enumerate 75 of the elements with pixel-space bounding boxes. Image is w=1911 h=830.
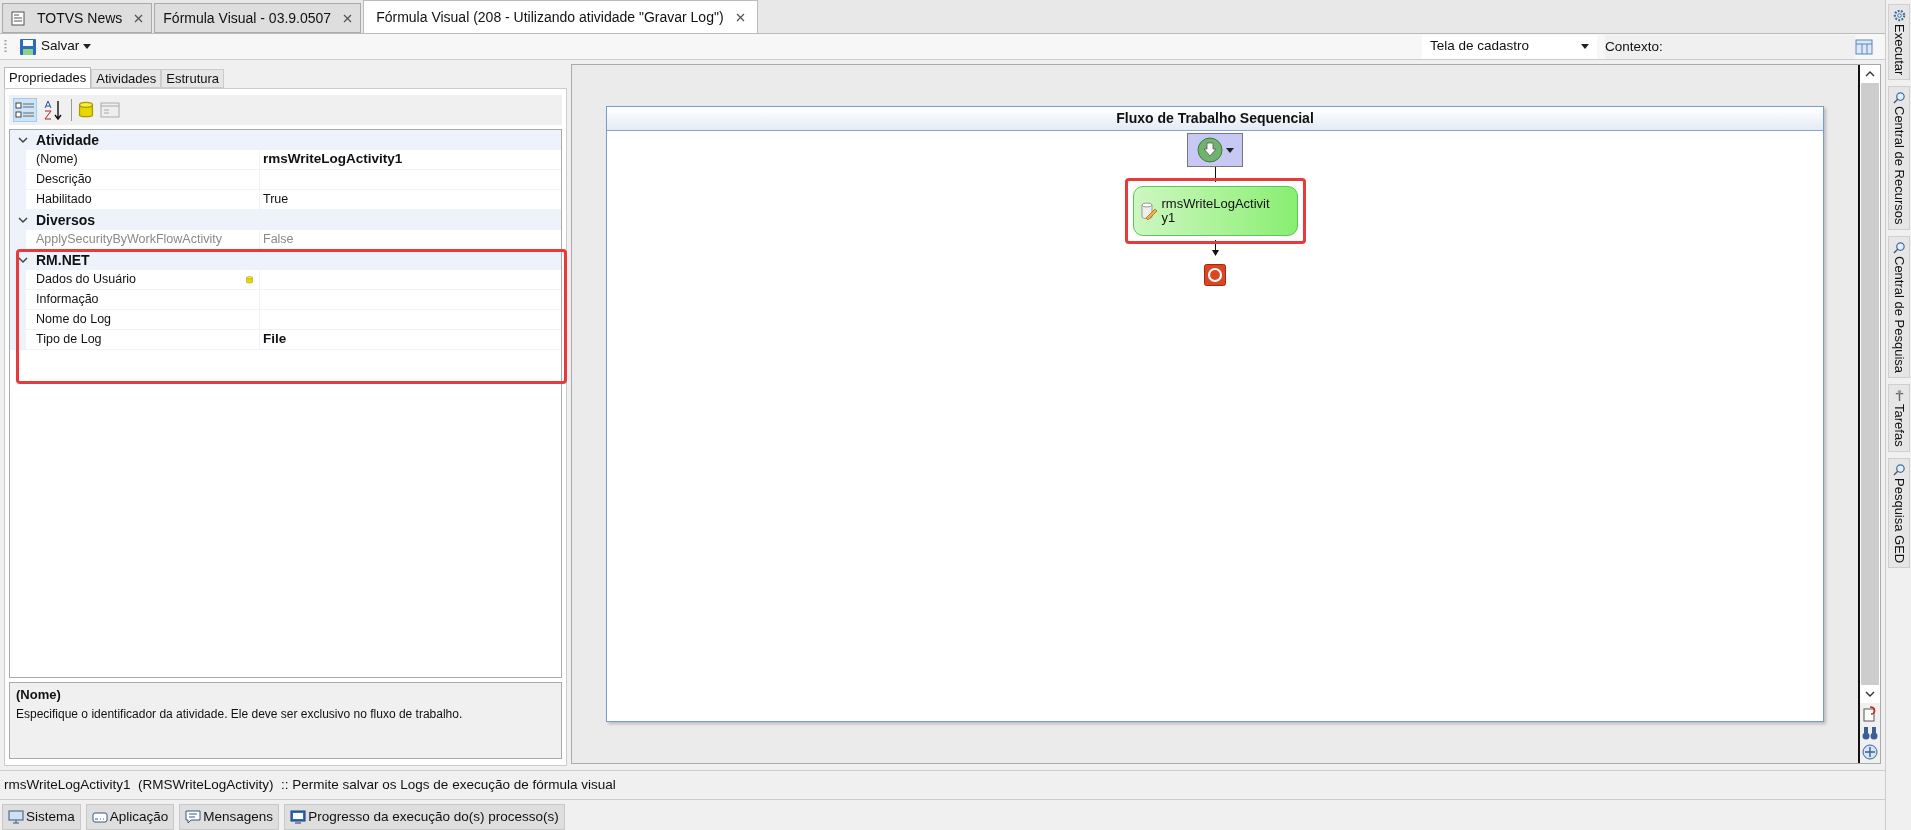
activity-node[interactable]: rmsWriteLogActivity1 bbox=[1132, 186, 1298, 236]
move-icon[interactable] bbox=[1862, 744, 1878, 760]
document-tab[interactable]: Fórmula Visual - 03.9.0507 bbox=[154, 3, 362, 33]
bottom-tab[interactable]: Mensagens bbox=[179, 804, 280, 830]
description-text: Especifique o identificador da atividade. Ele deve ser exclusivo no fluxo de trabalho. bbox=[16, 705, 464, 723]
search-icon bbox=[1892, 462, 1906, 476]
connector-arrow bbox=[1210, 240, 1220, 256]
context-label: Contexto: bbox=[1605, 34, 1855, 59]
category-label: RM.NET bbox=[36, 250, 90, 270]
description-title: (Nome) bbox=[16, 686, 62, 704]
tab-label: Mensagens bbox=[203, 807, 274, 826]
category-row[interactable]: RM.NET bbox=[10, 250, 561, 270]
panel-tab[interactable]: Estrutura bbox=[161, 69, 225, 88]
tab-label: Fórmula Visual - 03.9.0507 bbox=[163, 8, 332, 28]
property-name[interactable]: (Nome) bbox=[36, 150, 78, 169]
side-tab-label: Central de Recursos bbox=[1890, 106, 1908, 225]
category-row[interactable]: Atividade bbox=[10, 130, 561, 150]
message-icon bbox=[185, 810, 202, 824]
side-tab-label: Pesquisa GED bbox=[1890, 477, 1908, 563]
categorized-view-icon[interactable] bbox=[13, 98, 37, 122]
window-icon bbox=[91, 810, 108, 824]
monitor-icon bbox=[8, 810, 24, 824]
search-icon bbox=[1892, 240, 1906, 254]
save-button[interactable]: Salvar bbox=[15, 36, 96, 57]
database-icon bbox=[78, 101, 94, 119]
screen-dropdown[interactable]: Tela de cadastro bbox=[1422, 34, 1597, 59]
stop-node[interactable] bbox=[1204, 264, 1226, 286]
side-tab[interactable]: Tarefas bbox=[1888, 383, 1910, 452]
grip-icon bbox=[4, 38, 7, 55]
panel-tab[interactable]: Propriedades bbox=[4, 67, 92, 88]
tab-label: Aplicação bbox=[109, 807, 169, 826]
close-icon[interactable] bbox=[134, 13, 144, 23]
category-row[interactable]: Diversos bbox=[10, 210, 561, 230]
search-icon bbox=[1892, 91, 1906, 105]
side-tab-label: Tarefas bbox=[1890, 403, 1908, 447]
chevron-icon[interactable] bbox=[18, 216, 28, 224]
newspaper-icon bbox=[11, 10, 25, 26]
side-tab-label: Central de Pesquisa bbox=[1890, 255, 1908, 373]
close-icon[interactable] bbox=[735, 12, 745, 22]
start-node[interactable] bbox=[1187, 133, 1243, 167]
workflow-title: Fluxo de Trabalho Sequencial bbox=[1116, 109, 1314, 128]
pencil-icon bbox=[1139, 201, 1158, 221]
chevron-icon[interactable] bbox=[18, 136, 28, 144]
document-tab[interactable]: TOTVS News bbox=[2, 3, 153, 33]
tab-label: TOTVS News bbox=[37, 8, 123, 28]
caret-icon bbox=[1581, 44, 1589, 49]
layout-icon[interactable] bbox=[1855, 38, 1873, 55]
tab-label: Progresso da execução do(s) processo(s) bbox=[308, 807, 559, 826]
side-tab[interactable]: Pesquisa GED bbox=[1888, 457, 1910, 568]
category-label: Diversos bbox=[36, 210, 96, 230]
progress-window-icon bbox=[290, 810, 307, 824]
status-text: rmsWriteLogActivity1 (RMSWriteLogActivity) :: Permite salvar os Logs de execução de fórmula visual bbox=[4, 775, 616, 794]
caret-icon bbox=[1225, 147, 1234, 153]
category-label: Atividade bbox=[36, 130, 99, 150]
bottom-tab[interactable]: Progresso da execução do(s) processo(s) bbox=[284, 804, 565, 830]
tab-label: Fórmula Visual (208 - Utilizando atividade "Gravar Log") bbox=[376, 7, 724, 27]
document-tab[interactable]: Fórmula Visual (208 - Utilizando atividade "Gravar Log") bbox=[363, 0, 758, 33]
property-value[interactable]: True bbox=[260, 190, 561, 210]
gear-icon bbox=[1892, 9, 1906, 22]
database-icon bbox=[246, 274, 253, 285]
tab-label: Sistema bbox=[26, 807, 75, 826]
close-icon[interactable] bbox=[343, 13, 353, 23]
bottom-tab[interactable]: Aplicação bbox=[85, 804, 175, 830]
side-tab[interactable]: Central de Pesquisa bbox=[1888, 235, 1910, 378]
chevron-icon[interactable] bbox=[18, 256, 28, 264]
side-tab[interactable]: Central de Recursos bbox=[1888, 86, 1910, 230]
caret-icon bbox=[83, 44, 92, 49]
activity-label: rmsWriteLogActivity1 bbox=[1161, 197, 1271, 225]
panel-tab[interactable]: Atividades bbox=[91, 69, 162, 88]
side-tab[interactable]: Executar bbox=[1888, 4, 1910, 81]
binoculars-icon[interactable] bbox=[1862, 725, 1878, 741]
property-value[interactable]: File bbox=[260, 330, 561, 350]
bottom-tab[interactable]: Sistema bbox=[2, 804, 81, 830]
property-value[interactable]: rmsWriteLogActivity1 bbox=[260, 150, 561, 170]
side-tab-label: Executar bbox=[1890, 24, 1908, 76]
